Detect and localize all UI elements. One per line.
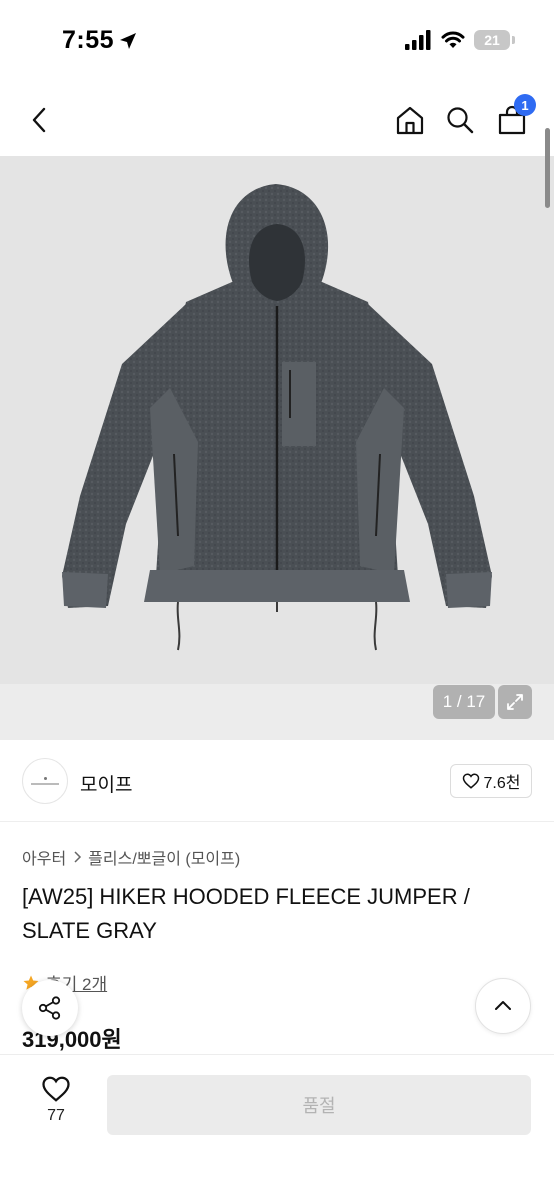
breadcrumb-category[interactable]: 아우터 [22,845,66,869]
share-icon [38,996,61,1020]
brand-like-button[interactable]: 7.6천 [450,764,532,798]
bottom-action-bar: 77 품절 [0,1054,554,1200]
breadcrumb: 아우터 플리스/뽀글이 (모이프) [22,845,240,869]
battery-icon: 21 [474,30,515,50]
top-nav: 1 [0,84,554,156]
brand-name[interactable]: 모이프 [80,770,132,797]
brand-row: 모이프 7.6천 [0,742,554,822]
heart-icon [462,773,479,789]
breadcrumb-subcategory[interactable]: 플리스/뽀글이 (모이프) [88,845,240,869]
chevron-up-icon [495,1001,511,1010]
product-image-gallery[interactable] [0,156,554,740]
status-bar: 7:55 21 [0,0,554,84]
brand-logo[interactable] [22,758,68,804]
product-title: [AW25] HIKER HOODED FLEECE JUMPER / SLAT… [22,884,470,943]
scroll-top-button[interactable] [475,978,531,1034]
location-arrow-icon [120,32,137,49]
expand-icon [507,694,523,710]
search-button[interactable] [440,100,480,140]
brand-like-count: 7.6천 [483,775,521,792]
share-button[interactable] [22,980,78,1036]
search-icon [447,107,474,134]
back-button[interactable] [20,100,60,140]
status-icons: 21 [404,30,515,50]
status-time-text: 7:55 [62,26,115,54]
product-image [62,184,492,651]
heart-icon [42,1076,70,1102]
wishlist-count: 77 [47,1107,65,1124]
brand-logo-line [31,783,59,785]
scroll-indicator [545,128,550,208]
chevron-left-icon [32,107,46,133]
home-button[interactable] [390,100,430,140]
wifi-icon [441,31,465,48]
wishlist-button[interactable]: 77 [30,1075,82,1135]
status-time: 7:55 [62,26,138,55]
signal-icon [405,30,431,50]
image-page-indicator: 1 / 17 [433,685,495,719]
cart-count-badge: 1 [514,94,536,116]
home-icon [396,106,424,135]
cart-button[interactable]: 1 [492,94,536,140]
soldout-button[interactable]: 품절 [107,1075,531,1135]
chevron-right-icon [74,851,82,863]
expand-image-button[interactable] [498,685,532,719]
brand-logo-dot [43,777,47,780]
battery-level: 21 [484,32,500,48]
